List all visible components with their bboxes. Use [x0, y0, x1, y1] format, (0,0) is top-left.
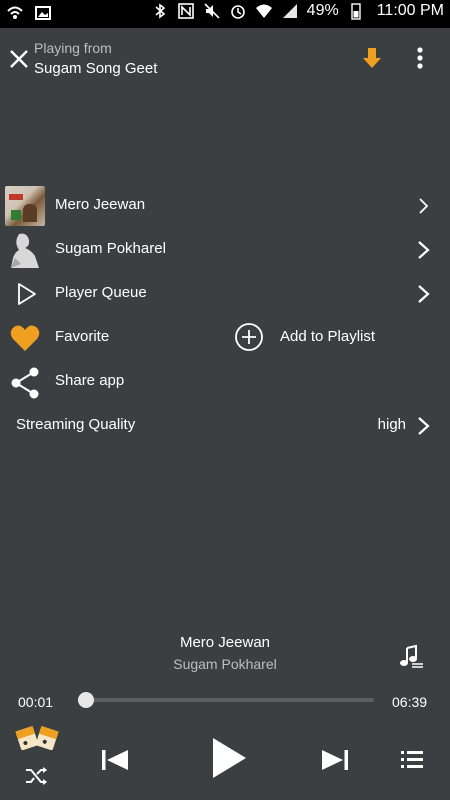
share-app-row[interactable]: Share app	[0, 360, 450, 404]
now-playing-title: Mero Jeewan	[179, 634, 271, 651]
source-name[interactable]: Sugam Song Geet	[34, 60, 157, 77]
chevron-right-icon	[416, 282, 432, 306]
artist-silhouette-icon	[5, 230, 45, 270]
album-row[interactable]: Mero Jeewan	[0, 184, 450, 228]
streaming-quality-row[interactable]: Streaming Quality high	[0, 404, 450, 448]
lyrics-icon[interactable]	[398, 644, 424, 670]
album-art	[5, 186, 45, 226]
artist-row[interactable]: Sugam Pokharel	[0, 228, 450, 272]
current-time: 00:01	[18, 694, 54, 710]
wifi-icon	[255, 2, 273, 20]
previous-icon[interactable]	[100, 746, 130, 774]
bluetooth-icon	[151, 2, 169, 20]
nfc-icon	[177, 2, 195, 20]
streaming-quality-label: Streaming Quality	[16, 416, 136, 433]
player-queue-label: Player Queue	[55, 284, 147, 301]
favorite-label[interactable]: Favorite	[55, 328, 109, 345]
download-icon[interactable]	[360, 46, 384, 70]
add-to-playlist-label[interactable]: Add to Playlist	[280, 328, 375, 345]
share-icon	[5, 362, 45, 402]
share-app-label: Share app	[55, 372, 125, 389]
mute-icon	[203, 2, 221, 20]
cards-icon[interactable]	[14, 722, 60, 752]
signal-icon	[281, 2, 299, 20]
seek-thumb[interactable]	[78, 692, 94, 708]
player-top-bar: Playing from Sugam Song Geet	[0, 28, 450, 90]
album-name: Mero Jeewan	[55, 196, 146, 213]
alarm-icon	[229, 2, 247, 20]
play-icon[interactable]	[210, 736, 248, 780]
play-outline-icon	[5, 274, 45, 314]
favorite-playlist-row: Favorite Add to Playlist	[0, 316, 450, 360]
more-options-icon[interactable]	[410, 46, 430, 70]
chevron-right-icon	[416, 414, 432, 438]
artist-name: Sugam Pokharel	[55, 240, 166, 257]
close-icon[interactable]	[8, 48, 30, 70]
gallery-icon	[34, 4, 52, 22]
shuffle-icon[interactable]	[24, 764, 50, 788]
now-playing-artist: Sugam Pokharel	[173, 656, 277, 672]
chevron-right-icon	[416, 238, 432, 262]
heart-icon[interactable]	[10, 324, 40, 352]
next-icon[interactable]	[320, 746, 350, 774]
player-queue-row[interactable]: Player Queue	[0, 272, 450, 316]
playing-from-label: Playing from	[34, 40, 112, 56]
battery-icon	[347, 2, 365, 20]
queue-list-icon[interactable]	[400, 748, 424, 770]
total-time: 06:39	[392, 694, 428, 710]
status-bar: 49% 11:00 PM	[0, 0, 450, 28]
seek-bar[interactable]	[78, 692, 374, 708]
battery-percent: 49%	[306, 2, 339, 19]
chevron-right-icon	[416, 194, 432, 218]
streaming-quality-value: high	[377, 416, 406, 433]
add-circle-icon[interactable]	[234, 322, 264, 352]
wifi-hotspot-icon	[6, 4, 24, 22]
clock: 11:00 PM	[376, 2, 444, 19]
